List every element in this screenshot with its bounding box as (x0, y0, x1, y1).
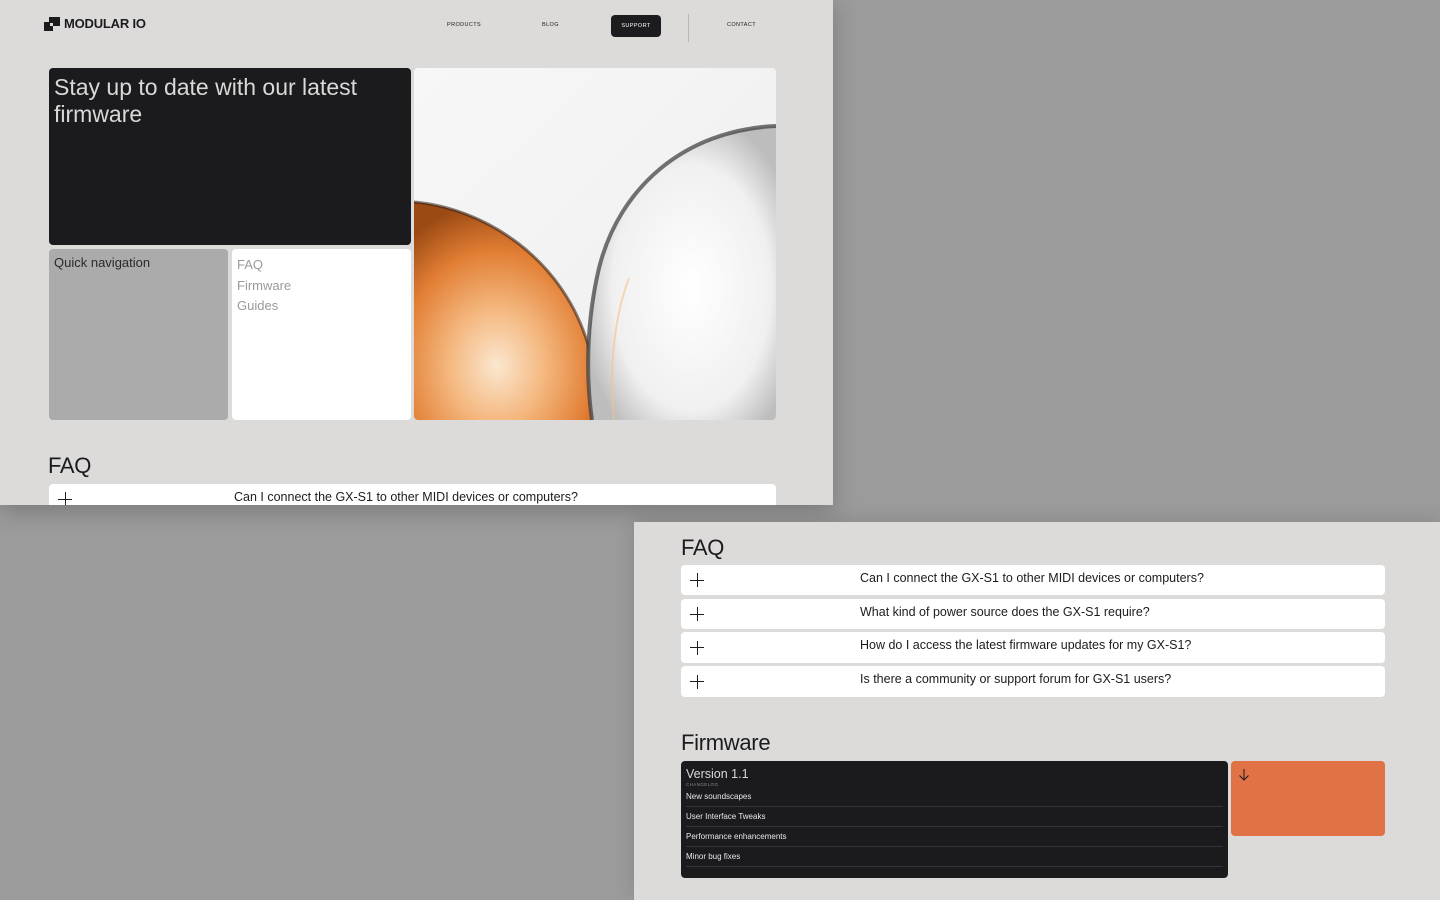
arrow-down-icon (1239, 769, 1249, 781)
brand-logo[interactable]: MODULAR IO (44, 16, 146, 31)
faq-question: Can I connect the GX-S1 to other MIDI de… (234, 490, 578, 504)
plus-icon (690, 573, 704, 587)
faq-item[interactable]: Is there a community or support forum fo… (681, 666, 1385, 697)
hero-card: Stay up to date with our latest firmware (49, 68, 411, 245)
plus-icon (690, 640, 704, 655)
changelog-list: New soundscapes User Interface Tweaks Pe… (686, 787, 1223, 867)
support-page-top-panel: MODULAR IO PRODUCTS BLOG SUPPORT CONTACT… (0, 0, 833, 505)
brand-name: MODULAR IO (64, 16, 146, 31)
plus-icon (690, 674, 704, 689)
firmware-download-button[interactable] (1231, 761, 1385, 836)
quicknav-link-faq[interactable]: FAQ (237, 255, 406, 276)
changelog-item: New soundscapes (686, 787, 1223, 807)
faq-question: Can I connect the GX-S1 to other MIDI de… (860, 571, 1204, 585)
faq-item[interactable]: How do I access the latest firmware upda… (681, 632, 1385, 663)
modular-logo-icon (44, 16, 60, 31)
faq-section-title-bottom: FAQ (681, 535, 725, 560)
plus-icon (58, 492, 72, 505)
faq-question: What kind of power source does the GX-S1… (860, 605, 1150, 619)
changelog-item: Performance enhancements (686, 827, 1223, 847)
firmware-section-title: Firmware (681, 730, 771, 755)
faq-item[interactable]: Can I connect the GX-S1 to other MIDI de… (681, 565, 1385, 595)
nav-contact-link[interactable]: CONTACT (727, 22, 756, 28)
quick-navigation-card: Quick navigation (49, 249, 228, 420)
faq-question: How do I access the latest firmware upda… (860, 638, 1192, 652)
nav-blog-link[interactable]: BLOG (542, 22, 559, 28)
nav-products-link[interactable]: PRODUCTS (447, 22, 481, 28)
changelog-item: Minor bug fixes (686, 847, 1223, 867)
faq-item[interactable]: What kind of power source does the GX-S1… (681, 599, 1385, 629)
nav-divider (688, 14, 689, 42)
quick-navigation-links: FAQ Firmware Guides (232, 249, 411, 420)
faq-section-title: FAQ (48, 453, 92, 478)
quicknav-link-guides[interactable]: Guides (237, 296, 406, 317)
firmware-version: Version 1.1 (686, 767, 749, 781)
quick-navigation-label: Quick navigation (54, 255, 151, 270)
firmware-version-card: Version 1.1 CHANGELOG New soundscapes Us… (681, 761, 1228, 878)
hero-title: Stay up to date with our latest firmware (54, 74, 358, 127)
quicknav-link-firmware[interactable]: Firmware (237, 276, 406, 297)
faq-question: Is there a community or support forum fo… (860, 672, 1172, 686)
hero-image (414, 68, 776, 420)
plus-icon (690, 607, 704, 621)
support-page-bottom-panel: FAQ Can I connect the GX-S1 to other MID… (634, 522, 1440, 900)
nav-support-button[interactable]: SUPPORT (611, 15, 661, 37)
changelog-item: User Interface Tweaks (686, 807, 1223, 827)
faq-item[interactable]: Can I connect the GX-S1 to other MIDI de… (49, 484, 776, 505)
